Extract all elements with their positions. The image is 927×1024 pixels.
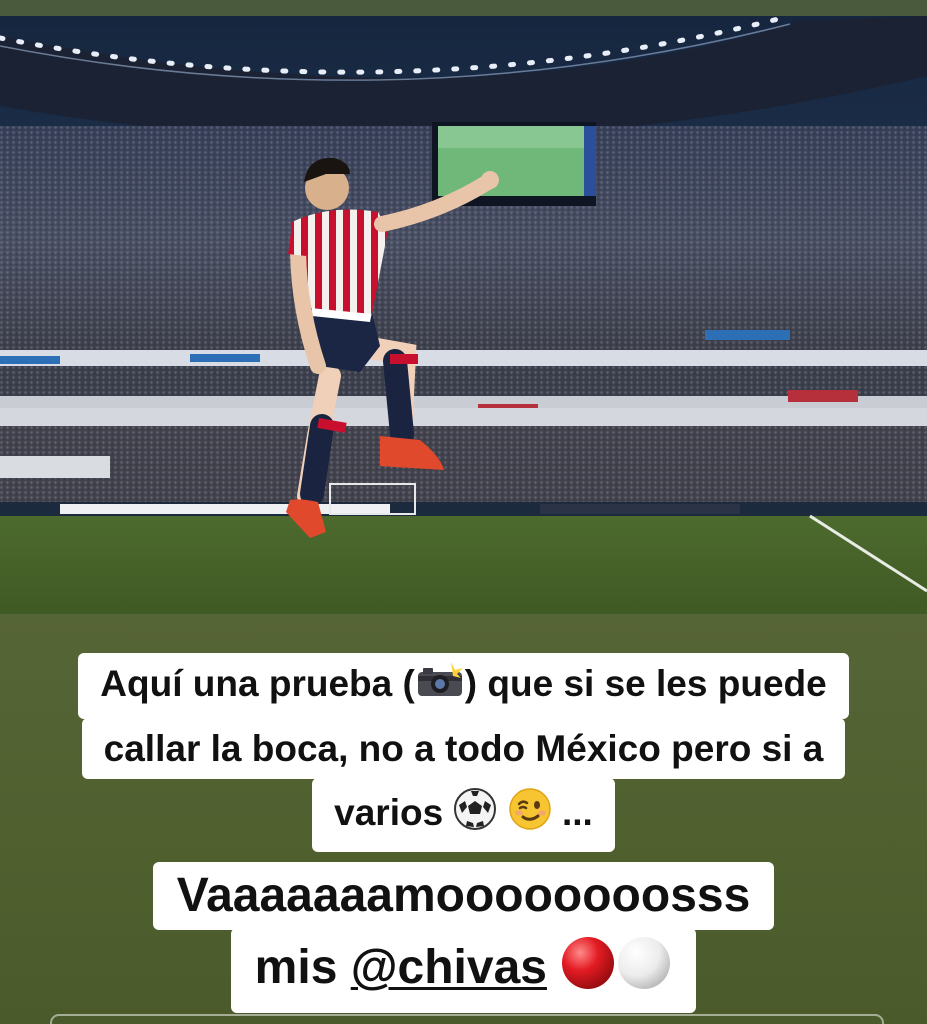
story-progress-bar <box>0 0 927 16</box>
story-photo <box>0 16 927 614</box>
caption-1-line-3: varios ... <box>312 778 615 853</box>
reply-bar[interactable] <box>50 1014 884 1024</box>
caption-2-line-1: Vaaaaaaamoooooooosss <box>152 862 775 930</box>
story-view: Aquí una prueba ( ) que si se les puede c… <box>0 0 927 1024</box>
caption-1-line-2: callar la boca, no a todo México pero si… <box>81 718 846 780</box>
caption-1-line-3-start: varios <box>334 792 444 833</box>
camera-flash-icon <box>415 662 465 704</box>
stadium-photo <box>0 16 927 614</box>
chivas-mention-link[interactable]: @chivas <box>351 941 547 994</box>
red-circle-icon <box>560 935 616 1000</box>
caption-1-line-3-end: ... <box>562 792 593 833</box>
caption-2-line-2-start: mis <box>254 941 351 995</box>
caption-1-line-1-start: Aquí una prueba ( <box>100 663 415 704</box>
winking-face-icon <box>508 787 552 837</box>
caption-text-2: Vaaaaaaamoooooooosss mis @chivas <box>0 862 927 1013</box>
caption-text-1: Aquí una prueba ( ) que si se les puede c… <box>0 653 927 853</box>
white-circle-icon <box>616 935 672 1000</box>
soccer-ball-icon <box>453 787 497 837</box>
caption-1-line-1-end: ) que si se les puede <box>464 663 827 704</box>
caption-2-line-2: mis @chivas <box>230 928 697 1013</box>
caption-1-line-1: Aquí una prueba ( ) que si se les puede <box>78 653 849 720</box>
